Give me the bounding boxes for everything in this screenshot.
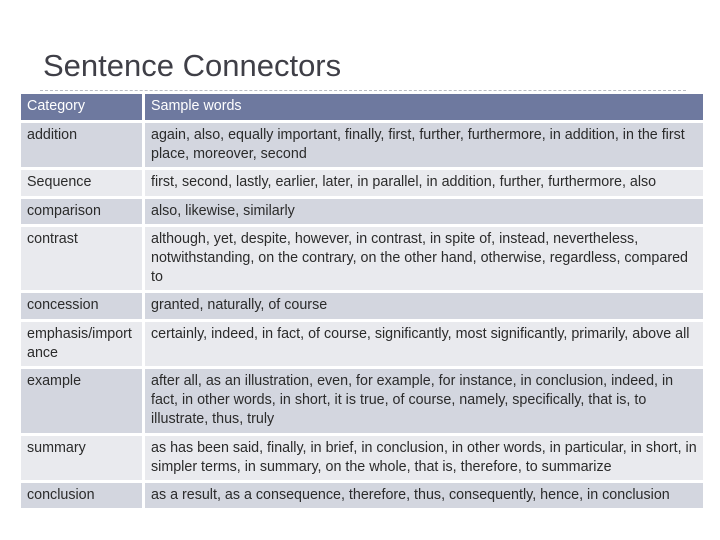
words-cell: also, likewise, similarly xyxy=(145,198,703,224)
table-row: summary as has been said, finally, in br… xyxy=(21,435,703,481)
words-cell: first, second, lastly, earlier, later, i… xyxy=(145,170,703,196)
table-row: example after all, as an illustration, e… xyxy=(21,369,703,433)
category-cell: conclusion xyxy=(21,483,142,509)
table-row: conclusion as a result, as a consequence… xyxy=(21,483,703,509)
words-cell: again, also, equally important, finally,… xyxy=(145,123,703,168)
category-cell: contrast xyxy=(21,226,142,291)
words-cell: as a result, as a consequence, therefore… xyxy=(145,483,703,509)
words-cell: after all, as an illustration, even, for… xyxy=(145,369,703,433)
header-category: Category xyxy=(21,94,142,120)
table-row: Sequence first, second, lastly, earlier,… xyxy=(21,170,703,196)
category-cell: addition xyxy=(21,123,142,168)
table-row: addition again, also, equally important,… xyxy=(21,123,703,168)
table-row: concession granted, naturally, of course xyxy=(21,293,703,319)
category-cell: emphasis/importance xyxy=(21,321,142,367)
category-cell: example xyxy=(21,369,142,433)
table-header-row: Category Sample words xyxy=(21,94,703,120)
category-cell: concession xyxy=(21,293,142,319)
table-row: comparison also, likewise, similarly xyxy=(21,198,703,224)
category-cell: summary xyxy=(21,435,142,481)
table-row: contrast although, yet, despite, however… xyxy=(21,226,703,291)
table-row: emphasis/importance certainly, indeed, i… xyxy=(21,321,703,367)
words-cell: although, yet, despite, however, in cont… xyxy=(145,226,703,291)
category-cell: Sequence xyxy=(21,170,142,196)
connectors-table: Category Sample words addition again, al… xyxy=(18,91,706,511)
words-cell: certainly, indeed, in fact, of course, s… xyxy=(145,321,703,367)
header-sample-words: Sample words xyxy=(145,94,703,120)
slide-title: Sentence Connectors xyxy=(43,48,342,83)
words-cell: granted, naturally, of course xyxy=(145,293,703,319)
category-cell: comparison xyxy=(21,198,142,224)
words-cell: as has been said, finally, in brief, in … xyxy=(145,435,703,481)
